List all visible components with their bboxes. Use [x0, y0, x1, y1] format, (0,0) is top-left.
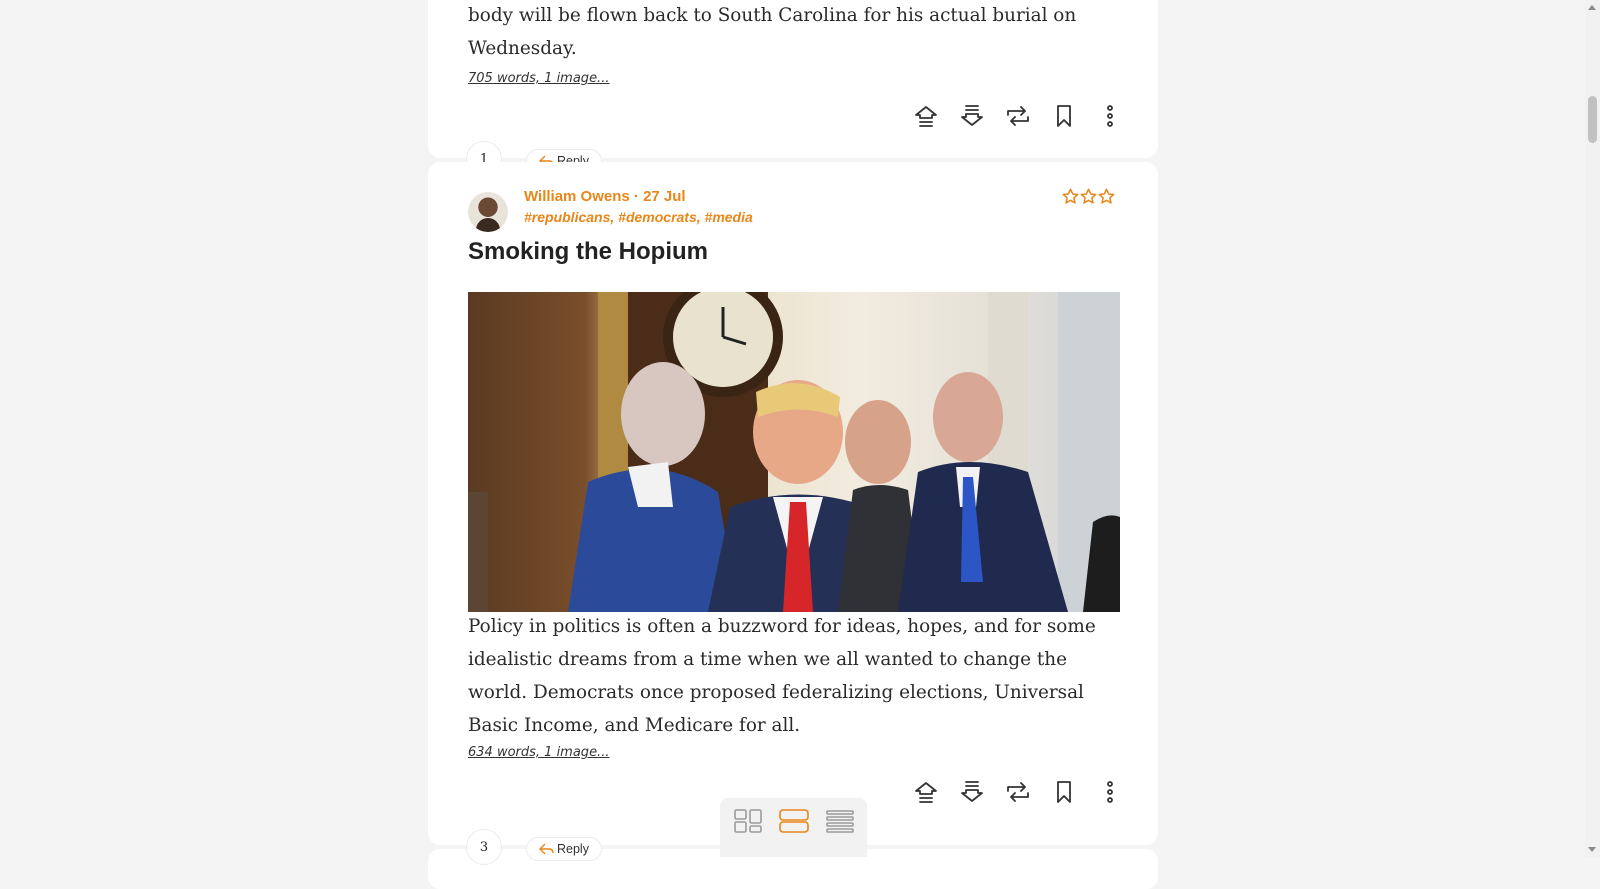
bookmark-button[interactable]	[1048, 100, 1080, 132]
upvote-icon	[915, 782, 937, 803]
repost-button[interactable]	[1002, 100, 1034, 132]
more-icon	[1107, 781, 1113, 803]
scrollbar-thumb[interactable]	[1588, 96, 1597, 143]
post-actions	[910, 100, 1126, 132]
post-image[interactable]	[468, 292, 1120, 612]
post-meta: William Owens · 27 Jul	[524, 188, 686, 205]
author-link[interactable]: William Owens	[524, 188, 630, 205]
read-more-link[interactable]: 634 words, 1 image...	[468, 745, 609, 760]
post-title[interactable]: Smoking the Hopium	[468, 238, 708, 266]
post-date: · 27 Jul	[633, 188, 686, 205]
tag-link[interactable]: #democrats	[618, 209, 697, 225]
view-mode-switcher	[720, 798, 867, 857]
reply-label: Reply	[557, 842, 589, 856]
repost-icon	[1007, 106, 1029, 126]
scroll-down-arrow[interactable]	[1588, 847, 1596, 852]
more-icon	[1107, 105, 1113, 127]
star-icon[interactable]	[1062, 188, 1079, 205]
upvote-button[interactable]	[910, 100, 942, 132]
downvote-button[interactable]	[956, 776, 988, 808]
card-view-icon	[778, 809, 809, 833]
downvote-button[interactable]	[956, 100, 988, 132]
repost-button[interactable]	[1002, 776, 1034, 808]
post-excerpt: body will be flown back to South Carolin…	[468, 5, 1077, 59]
star-icon[interactable]	[1098, 188, 1115, 205]
bookmark-icon	[1057, 105, 1071, 127]
page-scrollbar[interactable]	[1585, 0, 1600, 857]
tag-list: #republicans, #democrats, #media	[524, 209, 753, 225]
upvote-icon	[915, 106, 937, 127]
read-more-link[interactable]: 705 words, 1 image...	[468, 71, 609, 86]
post-actions	[910, 776, 1126, 808]
scroll-up-arrow[interactable]	[1588, 5, 1596, 10]
list-view-icon	[825, 810, 854, 833]
upvote-button[interactable]	[910, 776, 942, 808]
bookmark-icon	[1057, 781, 1071, 803]
downvote-icon	[961, 781, 983, 802]
comment-count: 3	[466, 829, 502, 865]
tag-link[interactable]: #media	[705, 209, 753, 225]
reply-icon	[539, 843, 554, 855]
post-excerpt: Policy in politics is often a buzzword f…	[468, 616, 1096, 736]
post-photo	[468, 292, 1120, 612]
reply-button[interactable]: Reply	[526, 837, 602, 861]
star-icon[interactable]	[1080, 188, 1097, 205]
list-view-button[interactable]	[824, 808, 856, 834]
repost-icon	[1007, 782, 1029, 802]
downvote-icon	[961, 105, 983, 126]
post-card: body will be flown back to South Carolin…	[428, 0, 1158, 158]
post-card: William Owens · 27 Jul #republicans, #de…	[428, 162, 1158, 845]
tag-link[interactable]: #republicans	[524, 209, 610, 225]
card-view-button[interactable]	[778, 808, 810, 834]
more-options-button[interactable]	[1094, 100, 1126, 132]
grid-view-button[interactable]	[732, 808, 764, 834]
grid-view-icon	[733, 809, 762, 833]
avatar[interactable]	[468, 192, 508, 232]
rating-stars	[1062, 188, 1115, 205]
bookmark-button[interactable]	[1048, 776, 1080, 808]
more-options-button[interactable]	[1094, 776, 1126, 808]
